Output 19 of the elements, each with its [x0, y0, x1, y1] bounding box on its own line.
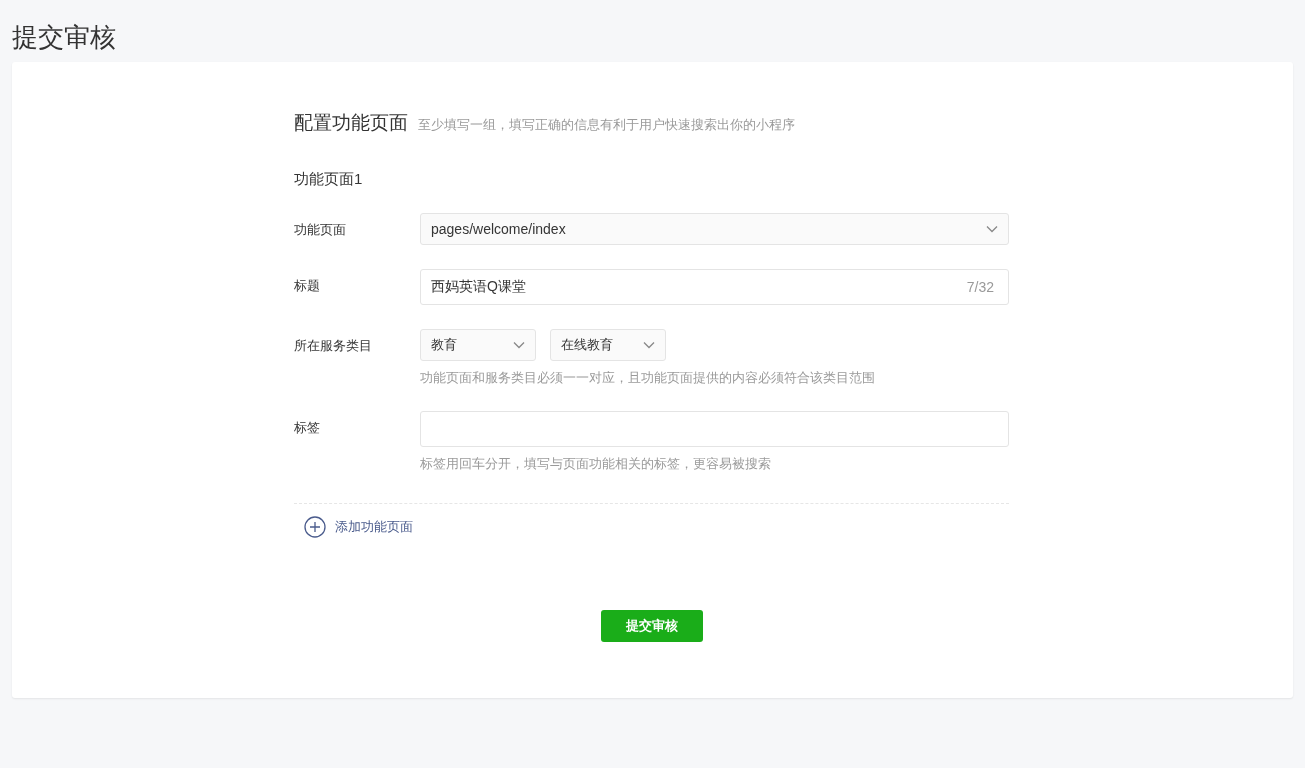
category-select[interactable]: 在线教育	[550, 329, 666, 361]
text-field[interactable]: 西妈英语Q课堂 7/32	[420, 269, 1009, 305]
add-page-link[interactable]: 添加功能页面	[304, 516, 413, 538]
field-label: 所在服务类目	[294, 337, 373, 355]
chevron-down-icon	[513, 341, 525, 349]
section-title: 配置功能页面	[294, 111, 408, 135]
field-label: 标题	[294, 277, 321, 295]
field-label: 功能页面	[294, 221, 347, 239]
plus-circle-icon	[304, 516, 326, 538]
page-title: 提交审核	[12, 21, 117, 54]
char-counter: 7/32	[966, 279, 994, 295]
group-title: 功能页面1	[294, 170, 364, 189]
chevron-down-icon	[643, 341, 655, 349]
chevron-down-icon	[986, 225, 998, 233]
field-label: 标签	[294, 419, 321, 437]
text-field[interactable]	[420, 411, 1009, 447]
category-select[interactable]: 教育	[420, 329, 536, 361]
help-text: 标签用回车分开，填写与页面功能相关的标签，更容易被搜索	[420, 455, 772, 473]
page-select[interactable]: pages/welcome/index	[420, 213, 1009, 245]
